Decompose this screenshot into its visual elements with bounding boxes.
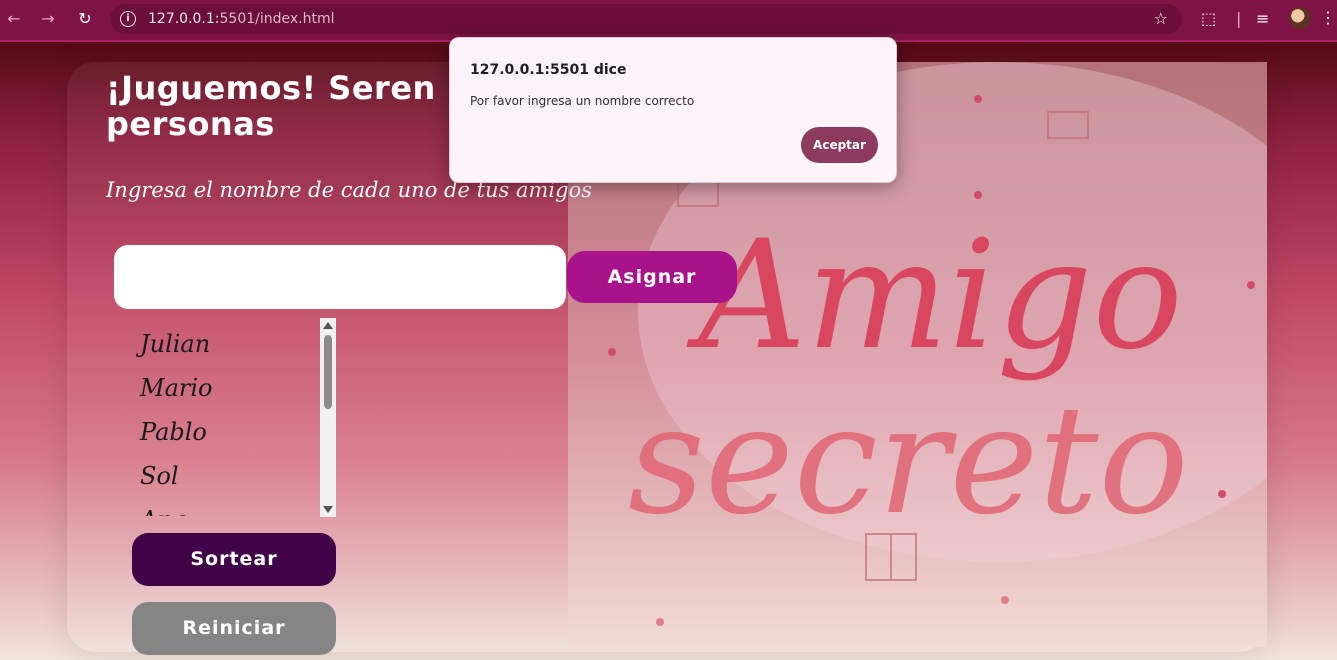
bookmark-star-icon[interactable]: ☆ xyxy=(1154,4,1168,34)
list-item: Mario xyxy=(140,374,213,402)
hero-script-amigo: Amigo xyxy=(686,209,1183,383)
draw-button[interactable]: Sortear xyxy=(132,533,336,586)
site-info-icon[interactable]: i xyxy=(120,11,136,27)
assign-button[interactable]: Asignar xyxy=(567,251,737,303)
media-queue-icon[interactable]: ≡ xyxy=(1256,9,1269,28)
address-bar[interactable]: i 127.0.0.1:5501/index.html ☆ xyxy=(110,4,1182,34)
friend-name-input[interactable] xyxy=(114,245,566,309)
friends-list-scrollbar[interactable] xyxy=(320,318,336,517)
divider-icon: | xyxy=(1236,9,1242,28)
dialog-message: Por favor ingresa un nombre correcto xyxy=(470,94,695,108)
scroll-thumb[interactable] xyxy=(324,335,332,409)
forward-arrow-icon[interactable]: → xyxy=(36,8,60,30)
profile-avatar[interactable] xyxy=(1289,7,1311,29)
accept-button[interactable]: Aceptar xyxy=(801,127,878,163)
dialog-title: 127.0.0.1:5501 dice xyxy=(470,62,627,78)
extensions-icon[interactable]: ⬚ xyxy=(1201,9,1216,28)
alert-dialog: 127.0.0.1:5501 dice Por favor ingresa un… xyxy=(449,37,897,183)
list-item: Pablo xyxy=(140,418,207,446)
reload-icon[interactable]: ↻ xyxy=(73,8,97,30)
hero-script-secreto: secreto xyxy=(628,374,1189,548)
back-arrow-icon[interactable]: ← xyxy=(2,8,26,30)
scroll-up-arrow-icon[interactable] xyxy=(323,322,333,329)
friends-list[interactable]: Julian Mario Pablo Sol Ana xyxy=(115,318,320,516)
url-text: 127.0.0.1:5501/index.html xyxy=(148,11,335,27)
scroll-down-arrow-icon[interactable] xyxy=(323,506,333,513)
list-item: Ana xyxy=(140,506,187,516)
menu-kebab-icon[interactable]: ⋮ xyxy=(1320,8,1336,27)
reset-button[interactable]: Reiniciar xyxy=(132,602,336,655)
browser-toolbar: ← → ↻ i 127.0.0.1:5501/index.html ☆ ⬚ | … xyxy=(0,0,1337,42)
list-item: Sol xyxy=(140,462,179,490)
list-item: Julian xyxy=(140,330,211,358)
